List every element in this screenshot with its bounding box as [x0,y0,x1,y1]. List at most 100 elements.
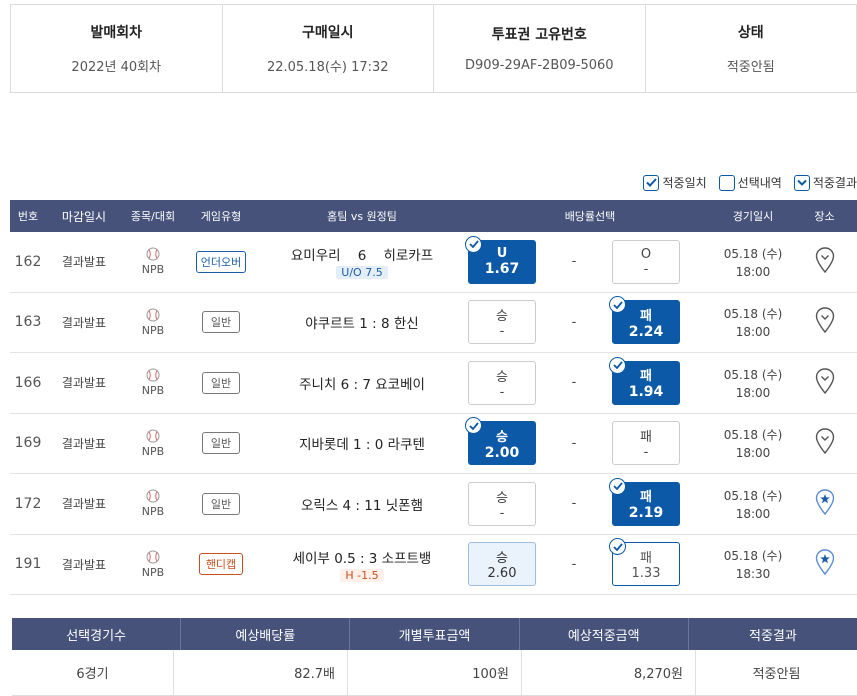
row-close: 결과발표 [61,255,107,270]
odds-value: 1.33 [631,566,661,582]
match-teams: 오릭스 4 : 11 닛폰햄 [300,497,423,514]
game-date: 05.18 (수) 18:00 [714,487,792,521]
value-game-count: 6경기 [12,650,174,695]
time-text: 18:00 [735,385,771,400]
odds-draw: - [571,556,577,572]
row-close: 결과발표 [61,557,107,572]
date-text: 05.18 (수) [723,367,783,382]
baseball-icon [146,429,160,443]
summary-round: 발매회차 2022년 40회차 [11,5,223,92]
league-label: NPB [141,323,165,337]
table-row: 166 결과발표 NPB 일반 주니치 6 : 7 요코베이 승 - - 패 1… [10,353,857,414]
check-circle-icon [609,477,626,495]
bet-summary: 선택경기수 예상배당률 개별투표금액 예상적중금액 적중결과 6경기 82.7배… [12,618,857,696]
row-close: 결과발표 [61,315,107,330]
location-pin-icon[interactable] [815,428,835,455]
league-label: NPB [141,505,165,519]
col-odds: 배당률선택 [564,210,616,223]
match-teams: 지바롯데 1 : 0 라쿠텐 [299,437,425,454]
checkbox-chevron-icon[interactable] [793,174,810,191]
odds-label: 승 [496,551,508,567]
odds-value: 2.19 [628,505,664,522]
location-pin-icon[interactable] [815,247,835,273]
location-pin-star-icon[interactable] [815,549,835,576]
col-close-time: 마감일시 [61,209,107,224]
odds-value: - [643,445,649,461]
league-label: NPB [141,444,165,458]
check-circle-icon [465,235,482,253]
legend-label: 적중결과 [812,176,857,190]
header-bet-amount: 개별투표금액 [350,618,520,650]
header-expected-odds: 예상배당률 [181,618,351,650]
odds-left-button[interactable]: 승 2.00 [465,417,536,466]
odds-right-button[interactable]: 패 1.94 [609,356,680,405]
location-pin-star-icon[interactable] [815,489,835,515]
odds-left-button[interactable]: 승 - [468,360,536,405]
odds-draw: - [571,496,577,512]
match-cell: 주니치 6 : 7 요코베이 [258,373,466,393]
time-text: 18:00 [735,264,771,279]
odds-label: U [496,246,508,262]
odds-group: 승 2.60 - 패 1.33 [466,538,714,587]
match-teams: 주니치 6 : 7 요코베이 [299,376,425,393]
match-cell: 요미우리 6 히로카프 U/O 7.5 [258,244,466,280]
row-close: 결과발표 [61,497,107,512]
summary-label: 발매회차 [90,25,143,41]
sport-cell: NPB [122,550,184,579]
date-text: 05.18 (수) [723,428,783,443]
location-pin-icon[interactable] [815,368,835,394]
odds-label: 승 [496,490,508,506]
sport-cell: NPB [122,429,184,458]
col-place: 장소 [814,210,835,223]
sport-cell: NPB [122,308,184,337]
odds-label: 패 [640,369,652,385]
game-date: 05.18 (수) 18:30 [714,547,792,581]
legend-selection[interactable]: 선택내역 [718,174,782,191]
checkbox-unchecked-icon[interactable] [718,174,735,191]
odds-left-button[interactable]: 승 2.60 [468,542,536,587]
odds-left-button[interactable]: 승 - [468,481,536,526]
odds-right-button[interactable]: O - [612,239,680,284]
baseball-icon [146,368,160,382]
match-cell: 야쿠르트 1 : 8 한신 [258,312,466,332]
odds-right-button[interactable]: 패 2.19 [609,477,680,526]
row-number: 162 [14,253,42,270]
odds-value: 2.24 [628,323,664,340]
col-sport: 종목/대회 [130,210,176,223]
sport-cell: NPB [122,368,184,397]
game-type-tag: 일반 [201,311,241,334]
game-type-tag: 일반 [201,432,241,455]
league-label: NPB [141,565,165,579]
odds-draw: - [571,435,577,451]
game-date: 05.18 (수) 18:00 [714,426,792,460]
odds-label: 패 [640,308,652,324]
odds-value: 2.60 [487,566,517,582]
odds-group: 승 - - 패 2.19 [466,477,714,526]
league-label: NPB [141,384,165,398]
row-number: 166 [14,374,42,391]
odds-right-button[interactable]: 패 1.33 [609,538,680,587]
odds-group: U 1.67 - O - [465,235,714,284]
odds-right-button[interactable]: 패 - [612,421,680,466]
checkbox-checked-icon[interactable] [643,174,660,191]
odds-left-button[interactable]: 승 - [468,300,536,345]
summary-value: 적중안됨 [726,60,775,75]
odds-value: 1.94 [628,384,664,401]
summary-value: 22.05.18(수) 17:32 [266,60,389,75]
odds-right-button[interactable]: 패 2.24 [609,296,680,345]
legend-hit-result[interactable]: 적중결과 [793,174,857,191]
location-pin-icon[interactable] [815,307,835,334]
odds-left-button[interactable]: U 1.67 [465,235,536,284]
odds-value: - [499,505,505,521]
summary-label: 투표권 고유번호 [491,27,587,43]
legend-hit-match[interactable]: 적중일치 [643,174,707,191]
match-teams: 요미우리 6 히로카프 [290,248,434,265]
sport-cell: NPB [122,489,184,518]
row-number: 191 [14,556,42,573]
baseball-icon [146,308,160,322]
table-row: 191 결과발표 NPB 핸디캡 세이부 0.5 : 3 소프트뱅 H -1.5… [10,535,857,595]
bet-summary-header: 선택경기수 예상배당률 개별투표금액 예상적중금액 적중결과 [12,618,857,650]
odds-label: O [640,246,652,262]
row-number: 163 [14,314,42,331]
col-game-type: 게임유형 [200,210,242,223]
